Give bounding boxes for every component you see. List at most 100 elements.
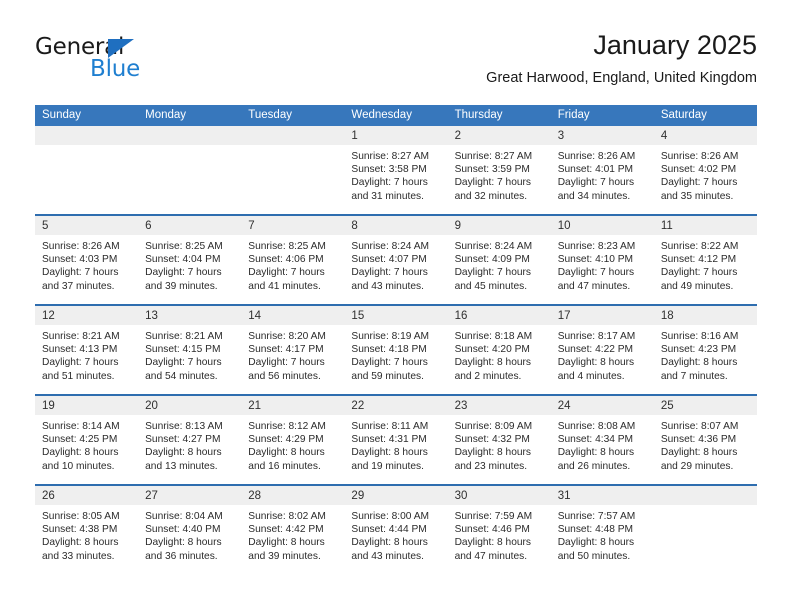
day-detail-line: Daylight: 8 hours (42, 447, 119, 459)
day-number-band: 25 (653, 396, 757, 415)
day-detail-line: and 10 minutes. (42, 460, 115, 472)
calendar-day-cell[interactable]: 14 Sunrise: 8:20 AM Sunset: 4:17 PM Dayligh… (241, 306, 345, 394)
calendar-day-cell[interactable]: 12 Sunrise: 8:21 AM Sunset: 4:13 PM Dayligh… (35, 306, 139, 394)
day-details: Sunrise: 8:08 AM Sunset: 4:34 PM Daylight:… (551, 415, 654, 473)
calendar-week-row: 1 Sunrise: 8:27 AM Sunset: 3:58 PM Daylight… (35, 126, 757, 214)
day-details: Sunrise: 8:22 AM Sunset: 4:12 PM Daylight:… (654, 235, 757, 293)
day-number: 11 (660, 220, 673, 232)
day-detail-line: Sunset: 4:04 PM (145, 254, 221, 266)
calendar-day-cell[interactable]: 17 Sunrise: 8:17 AM Sunset: 4:22 PM Dayligh… (550, 306, 654, 394)
calendar-day-cell[interactable]: 1 Sunrise: 8:27 AM Sunset: 3:58 PM Daylight… (344, 126, 448, 214)
day-number-band: 4 (653, 126, 757, 145)
calendar-day-cell[interactable]: 11 Sunrise: 8:22 AM Sunset: 4:12 PM Dayligh… (653, 216, 757, 304)
calendar-day-cell[interactable]: 7 Sunrise: 8:25 AM Sunset: 4:06 PM Daylight… (241, 216, 345, 304)
calendar-page: General Blue January 2025 Great Harwood,… (0, 0, 792, 612)
day-detail-line: Sunset: 4:17 PM (248, 344, 324, 356)
calendar-day-cell[interactable]: 27 Sunrise: 8:04 AM Sunset: 4:40 PM Dayligh… (138, 486, 242, 574)
calendar-day-cell[interactable]: 26 Sunrise: 8:05 AM Sunset: 4:38 PM Dayligh… (35, 486, 139, 574)
day-detail-line: Sunrise: 8:04 AM (145, 511, 223, 522)
calendar-day-cell[interactable]: 30 Sunrise: 7:59 AM Sunset: 4:46 PM Dayligh… (447, 486, 551, 574)
day-number-band: 16 (447, 306, 551, 325)
calendar-day-cell[interactable]: 18 Sunrise: 8:16 AM Sunset: 4:23 PM Dayligh… (653, 306, 757, 394)
day-detail-line: and 39 minutes. (145, 280, 218, 292)
day-details: Sunrise: 8:05 AM Sunset: 4:38 PM Daylight:… (35, 505, 138, 563)
day-detail-line: Sunset: 4:40 PM (145, 524, 221, 536)
day-number-band: 10 (550, 216, 654, 235)
calendar-day-cell[interactable]: 29 Sunrise: 8:00 AM Sunset: 4:44 PM Dayligh… (344, 486, 448, 574)
calendar-day-cell[interactable]: 19 Sunrise: 8:14 AM Sunset: 4:25 PM Dayligh… (35, 396, 139, 484)
day-detail-line: and 26 minutes. (557, 460, 631, 472)
weekday-header-sunday: Sunday (42, 109, 82, 121)
day-detail-line: Daylight: 8 hours (454, 537, 532, 549)
day-detail-line: and 23 minutes. (454, 460, 528, 472)
day-number-band (653, 486, 757, 505)
day-detail-line: and 51 minutes. (42, 370, 115, 382)
day-detail-line: Daylight: 7 hours (248, 357, 325, 369)
day-detail-line: Sunrise: 8:25 AM (145, 241, 223, 252)
day-number-band: 27 (138, 486, 242, 505)
calendar-day-cell[interactable]: 8 Sunrise: 8:24 AM Sunset: 4:07 PM Daylight… (344, 216, 448, 304)
day-detail-line: Daylight: 8 hours (248, 537, 325, 549)
calendar-day-cell-empty (653, 486, 757, 574)
calendar-day-cell[interactable]: 3 Sunrise: 8:26 AM Sunset: 4:01 PM Daylight… (550, 126, 654, 214)
day-details: Sunrise: 8:02 AM Sunset: 4:42 PM Daylight:… (241, 505, 344, 563)
day-detail-line: Daylight: 7 hours (42, 267, 119, 279)
day-details: Sunrise: 8:19 AM Sunset: 4:18 PM Daylight:… (344, 325, 447, 383)
day-detail-line: and 19 minutes. (351, 460, 424, 472)
day-number: 6 (145, 220, 152, 232)
day-number: 20 (145, 400, 158, 412)
calendar-day-cell[interactable]: 9 Sunrise: 8:24 AM Sunset: 4:09 PM Daylight… (447, 216, 551, 304)
calendar-day-cell[interactable]: 28 Sunrise: 8:02 AM Sunset: 4:42 PM Dayligh… (241, 486, 345, 574)
calendar-day-cell[interactable]: 23 Sunrise: 8:09 AM Sunset: 4:32 PM Dayligh… (447, 396, 551, 484)
calendar-day-cell[interactable]: 4 Sunrise: 8:26 AM Sunset: 4:02 PM Daylight… (653, 126, 757, 214)
day-number-band: 19 (35, 396, 139, 415)
calendar-day-cell[interactable]: 20 Sunrise: 8:13 AM Sunset: 4:27 PM Dayligh… (138, 396, 242, 484)
day-number: 10 (557, 220, 571, 232)
day-detail-line: Sunset: 4:44 PM (351, 524, 427, 536)
weekday-header-wednesday: Wednesday (351, 109, 412, 121)
calendar-day-cell[interactable]: 16 Sunrise: 8:18 AM Sunset: 4:20 PM Dayligh… (447, 306, 551, 394)
day-detail-line: and 37 minutes. (42, 280, 115, 292)
calendar-day-cell[interactable]: 31 Sunrise: 7:57 AM Sunset: 4:48 PM Dayligh… (550, 486, 654, 574)
day-detail-line: Sunrise: 8:17 AM (557, 331, 636, 342)
calendar-day-cell[interactable]: 2 Sunrise: 8:27 AM Sunset: 3:59 PM Daylight… (447, 126, 551, 214)
day-detail-line: Daylight: 8 hours (351, 537, 428, 549)
day-detail-line: and 2 minutes. (454, 370, 522, 382)
day-number: 16 (454, 310, 468, 322)
calendar-day-cell[interactable]: 10 Sunrise: 8:23 AM Sunset: 4:10 PM Dayligh… (550, 216, 654, 304)
day-number-band: 17 (550, 306, 654, 325)
calendar-day-cell-empty (241, 126, 345, 214)
day-details: Sunrise: 8:16 AM Sunset: 4:23 PM Daylight:… (654, 325, 757, 383)
day-number-band: 6 (138, 216, 242, 235)
calendar-day-cell[interactable]: 25 Sunrise: 8:07 AM Sunset: 4:36 PM Dayligh… (653, 396, 757, 484)
calendar-day-cell[interactable]: 24 Sunrise: 8:08 AM Sunset: 4:34 PM Dayligh… (550, 396, 654, 484)
day-detail-line: Sunset: 4:06 PM (248, 254, 324, 266)
day-number: 28 (248, 490, 262, 502)
day-details: Sunrise: 8:00 AM Sunset: 4:44 PM Daylight:… (344, 505, 447, 563)
day-detail-line: Sunrise: 8:21 AM (145, 331, 223, 342)
day-number-band: 8 (344, 216, 448, 235)
calendar-day-cell[interactable]: 6 Sunrise: 8:25 AM Sunset: 4:04 PM Daylight… (138, 216, 242, 304)
day-detail-line: Sunset: 4:46 PM (454, 524, 530, 536)
weekday-header-row: Sunday Monday Tuesday Wednesday Thursday Frid… (35, 105, 757, 126)
day-number-band: 1 (344, 126, 448, 145)
calendar-day-cell[interactable]: 21 Sunrise: 8:12 AM Sunset: 4:29 PM Dayligh… (241, 396, 345, 484)
day-detail-line: Sunrise: 8:26 AM (42, 241, 120, 252)
day-detail-line: and 13 minutes. (145, 460, 218, 472)
day-detail-line: Sunrise: 7:59 AM (454, 511, 533, 522)
day-detail-line: Sunrise: 8:22 AM (660, 241, 739, 252)
day-details: Sunrise: 8:27 AM Sunset: 3:59 PM Daylight:… (448, 145, 551, 203)
day-detail-line: Daylight: 7 hours (351, 267, 428, 279)
calendar-day-cell[interactable]: 22 Sunrise: 8:11 AM Sunset: 4:31 PM Dayligh… (344, 396, 448, 484)
day-detail-line: and 29 minutes. (660, 460, 734, 472)
calendar-day-cell[interactable]: 5 Sunrise: 8:26 AM Sunset: 4:03 PM Daylight… (35, 216, 139, 304)
calendar-day-cell[interactable]: 15 Sunrise: 8:19 AM Sunset: 4:18 PM Dayligh… (344, 306, 448, 394)
day-detail-line: Sunrise: 8:13 AM (145, 421, 223, 432)
day-number: 31 (557, 490, 571, 502)
calendar-day-cell[interactable]: 13 Sunrise: 8:21 AM Sunset: 4:15 PM Dayligh… (138, 306, 242, 394)
day-detail-line: Daylight: 7 hours (454, 267, 532, 279)
calendar-week-row: 12 Sunrise: 8:21 AM Sunset: 4:13 PM Dayligh… (35, 304, 757, 394)
day-detail-line: Sunset: 4:18 PM (351, 344, 427, 356)
day-number: 8 (351, 220, 358, 232)
day-details: Sunrise: 8:21 AM Sunset: 4:13 PM Daylight:… (35, 325, 138, 383)
